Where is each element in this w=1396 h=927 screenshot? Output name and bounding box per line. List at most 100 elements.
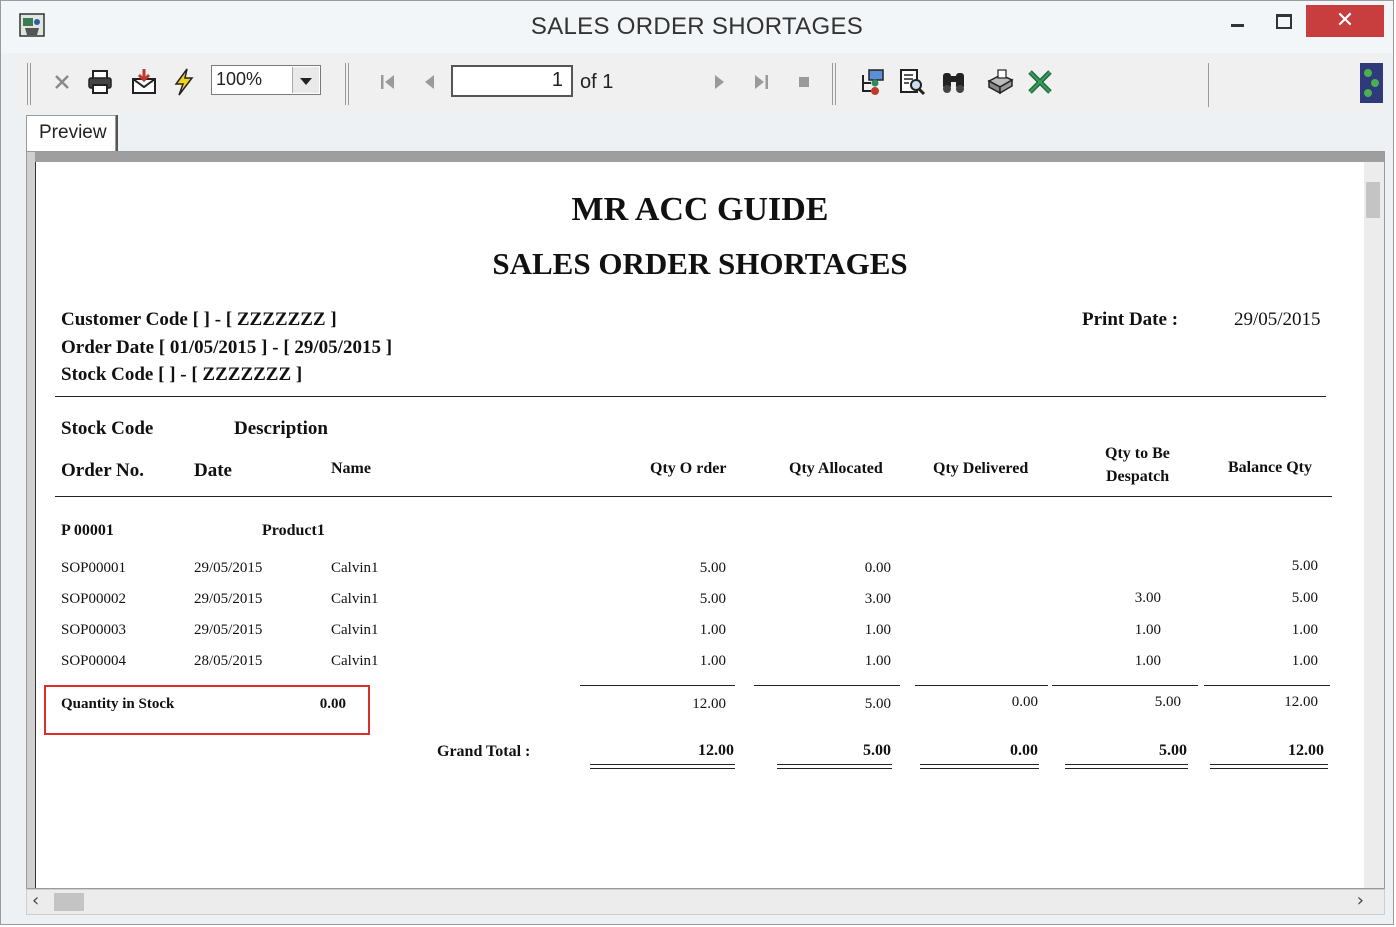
maximize-icon [1276, 14, 1292, 29]
col-header-despatch: Despatch [1106, 468, 1170, 485]
title-bar: SALES ORDER SHORTAGES ✕ [1, 1, 1393, 53]
row-qty-despatch: 1.00 [1134, 653, 1161, 669]
row-name: Calvin1 [331, 653, 379, 669]
first-page-icon[interactable] [373, 67, 403, 97]
print-date-value: 29/05/2015 [1234, 309, 1321, 330]
subtotal-qty-despatch: 5.00 [1154, 694, 1181, 710]
report-title: SALES ORDER SHORTAGES [492, 246, 908, 281]
find-icon[interactable] [939, 67, 969, 97]
row-qty-allocated: 1.00 [864, 622, 891, 638]
row-date: 28/05/2015 [194, 653, 263, 669]
subtotal-qty-delivered: 0.00 [1011, 694, 1038, 710]
page-number-input[interactable]: 1 [451, 65, 573, 97]
row-balance: 5.00 [1291, 558, 1318, 574]
page-count-label: of 1 [580, 71, 614, 93]
grand-total-double-rule [590, 764, 735, 769]
grand-total-qty-despatch: 5.00 [1159, 742, 1187, 759]
frame-top-border [27, 152, 1384, 162]
col-header-date: Date [194, 460, 232, 481]
scroll-right-icon[interactable]: › [1357, 890, 1364, 911]
row-name: Calvin1 [331, 560, 379, 576]
col-header-stock-code: Stock Code [61, 418, 154, 439]
report-preview-frame: MR ACC GUIDE SALES ORDER SHORTAGES Custo… [26, 151, 1385, 889]
excel-icon[interactable] [1025, 67, 1055, 97]
chevron-down-icon[interactable] [292, 67, 319, 93]
grand-total-double-rule [1210, 764, 1328, 769]
subtotal-qty-allocated: 5.00 [864, 696, 891, 712]
subtotal-balance: 12.00 [1284, 694, 1318, 710]
col-header-qty-allocated: Qty Allocated [789, 460, 883, 477]
maximize-button[interactable] [1262, 5, 1306, 37]
group-stock-code: P 00001 [61, 522, 114, 539]
row-qty-order: 1.00 [699, 622, 726, 638]
row-qty-allocated: 1.00 [864, 653, 891, 669]
row-qty-allocated: 0.00 [864, 560, 891, 576]
grand-total-balance: 12.00 [1288, 742, 1324, 759]
next-page-icon[interactable] [704, 67, 734, 97]
last-page-icon[interactable] [746, 67, 776, 97]
col-header-description: Description [234, 418, 328, 439]
close-report-icon[interactable] [47, 67, 77, 97]
grand-total-double-rule [1065, 764, 1188, 769]
grand-total-qty-order: 12.00 [698, 742, 734, 759]
report-window: SALES ORDER SHORTAGES ✕ 100% 1 of 1 Prev… [0, 0, 1394, 925]
close-window-button[interactable]: ✕ [1306, 5, 1384, 37]
filter-stock-code: Stock Code [ ] - [ ZZZZZZZ ] [61, 364, 303, 385]
stop-icon[interactable] [789, 67, 819, 97]
window-title: SALES ORDER SHORTAGES [530, 13, 864, 40]
vertical-scroll-thumb[interactable] [1366, 182, 1380, 218]
row-date: 29/05/2015 [194, 560, 263, 576]
col-header-qty-delivered: Qty Delivered [933, 460, 1029, 477]
scroll-left-icon[interactable]: ‹ [32, 890, 39, 911]
subtotal-rule [915, 685, 1048, 686]
row-order-no: SOP00002 [61, 591, 127, 607]
row-qty-order: 5.00 [699, 560, 726, 576]
col-header-balance-qty: Balance Qty [1228, 459, 1312, 476]
grand-total-qty-allocated: 5.00 [863, 742, 891, 759]
row-order-no: SOP00004 [61, 653, 127, 669]
toolbar-separator [832, 63, 836, 105]
refresh-icon[interactable] [169, 67, 199, 97]
grand-total-qty-delivered: 0.00 [1010, 742, 1038, 759]
group-description: Product1 [262, 522, 325, 539]
zoom-select[interactable]: 100% [211, 65, 321, 95]
row-date: 29/05/2015 [194, 591, 263, 607]
header-bottom-rule [55, 496, 1332, 497]
close-icon: ✕ [1335, 8, 1355, 33]
print-date-label: Print Date : [1082, 309, 1179, 330]
row-qty-despatch: 1.00 [1134, 622, 1161, 638]
col-header-qty-to-be: Qty to Be [1105, 445, 1170, 462]
subtotal-qty-order: 12.00 [692, 696, 726, 712]
horizontal-scrollbar[interactable]: ‹ › [26, 889, 1385, 915]
subtotal-rule [754, 685, 900, 686]
prev-page-icon[interactable] [415, 67, 445, 97]
row-balance: 1.00 [1291, 622, 1318, 638]
col-header-name: Name [331, 460, 371, 477]
grand-total-double-rule [920, 764, 1039, 769]
filter-customer-code: Customer Code [ ] - [ ZZZZZZZ ] [61, 309, 337, 330]
subtotal-rule [1052, 685, 1198, 686]
report-page: MR ACC GUIDE SALES ORDER SHORTAGES Custo… [35, 162, 1364, 888]
print-icon[interactable] [85, 67, 115, 97]
row-qty-despatch: 3.00 [1134, 590, 1161, 606]
row-order-no: SOP00003 [61, 622, 127, 638]
toolbar-grip [27, 63, 31, 105]
header-top-rule [55, 396, 1326, 397]
export-icon[interactable] [129, 67, 159, 97]
col-header-qty-order: Qty O rder [650, 460, 727, 477]
group-tree-icon[interactable] [857, 67, 887, 97]
horizontal-scroll-thumb[interactable] [54, 893, 84, 911]
row-qty-order: 5.00 [699, 591, 726, 607]
tab-preview[interactable]: Preview [26, 115, 116, 151]
report-toolbar: 100% 1 of 1 [15, 55, 1383, 111]
vertical-scrollbar[interactable] [1362, 162, 1384, 888]
filter-order-date: Order Date [ 01/05/2015 ] - [ 29/05/2015… [61, 337, 393, 358]
subtotal-rule [580, 685, 735, 686]
status-gadget-icon [1360, 63, 1383, 103]
row-name: Calvin1 [331, 591, 379, 607]
minimize-icon [1231, 24, 1244, 27]
search-text-icon[interactable] [897, 67, 927, 97]
minimize-button[interactable] [1215, 5, 1259, 37]
print-setup-icon[interactable] [985, 67, 1015, 97]
row-qty-allocated: 3.00 [864, 591, 891, 607]
